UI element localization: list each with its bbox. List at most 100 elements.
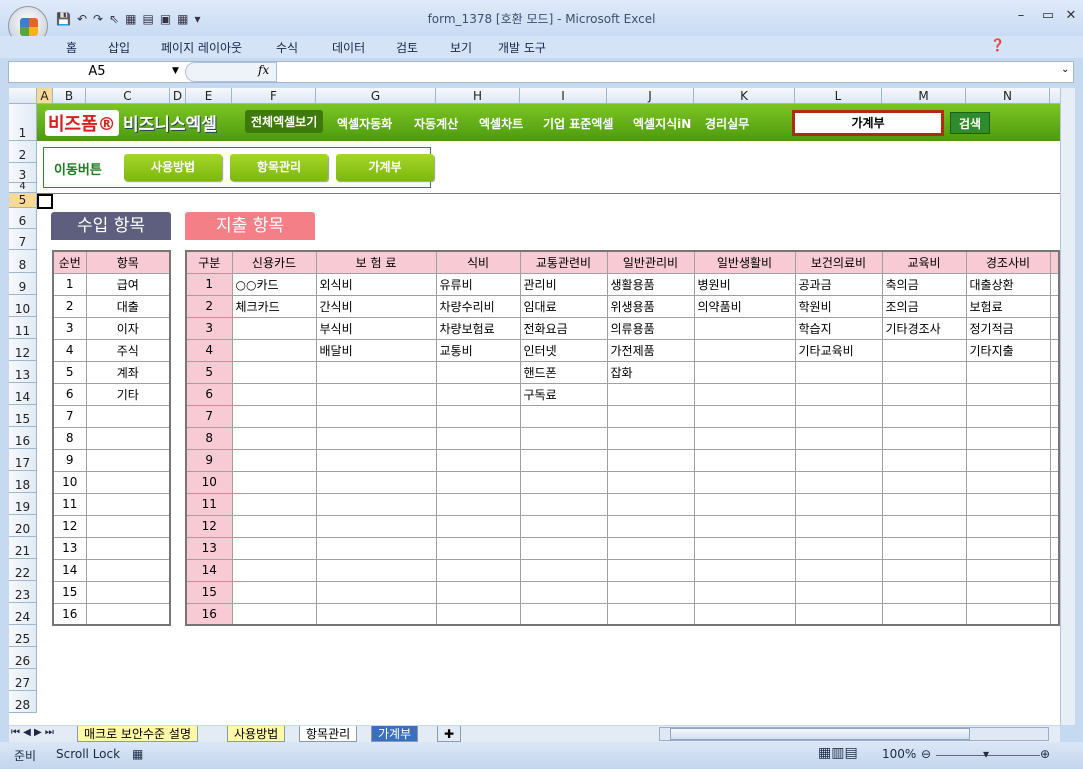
expense-cell[interactable]	[881, 536, 967, 560]
expense-cell[interactable]: 병원비	[693, 272, 796, 296]
row-header[interactable]: 13	[9, 361, 37, 383]
income-cell[interactable]	[85, 580, 171, 604]
expense-cell[interactable]	[519, 602, 608, 626]
expense-cell[interactable]: 기타지출	[965, 338, 1051, 362]
expense-cell[interactable]	[231, 382, 317, 406]
income-cell[interactable]	[85, 514, 171, 538]
expense-cell[interactable]	[693, 558, 796, 582]
expense-cell[interactable]: 보험료	[965, 294, 1051, 318]
income-cell[interactable]: 3	[52, 316, 87, 340]
row-header[interactable]: 19	[9, 493, 37, 515]
expense-cell[interactable]	[794, 382, 883, 406]
expense-cell[interactable]	[606, 580, 695, 604]
expense-cell[interactable]	[881, 404, 967, 428]
expense-cell[interactable]	[965, 426, 1051, 450]
expense-cell[interactable]	[881, 448, 967, 472]
expense-cell[interactable]	[794, 558, 883, 582]
expense-cell[interactable]	[693, 470, 796, 494]
search-button[interactable]: 검색	[950, 112, 990, 134]
expense-cell[interactable]	[606, 448, 695, 472]
horizontal-scrollbar[interactable]	[659, 727, 1049, 741]
expense-cell[interactable]: 간식비	[315, 294, 437, 318]
expense-cell[interactable]: 정기적금	[965, 316, 1051, 340]
expense-cell[interactable]: 외식비	[315, 272, 437, 296]
expense-cell[interactable]	[435, 470, 521, 494]
freeze-icon[interactable]: ▣	[160, 12, 171, 26]
expense-cell[interactable]	[231, 426, 317, 450]
expense-cell[interactable]	[965, 536, 1051, 560]
help-icon[interactable]: ❓	[990, 38, 1005, 52]
ribbon-tab[interactable]: 보기	[450, 39, 472, 56]
ribbon-tab[interactable]: 개발 도구	[498, 39, 546, 56]
expense-cell[interactable]	[606, 536, 695, 560]
row-header[interactable]: 2	[9, 141, 37, 163]
expense-cell[interactable]	[315, 492, 437, 516]
expense-cell[interactable]	[435, 602, 521, 626]
expense-cell-partial[interactable]	[1049, 448, 1060, 472]
expense-cell[interactable]	[231, 470, 317, 494]
expense-cell[interactable]	[693, 426, 796, 450]
income-cell[interactable]: 16	[52, 602, 87, 626]
row-header[interactable]: 21	[9, 537, 37, 559]
expense-cell[interactable]	[693, 602, 796, 626]
expense-cell-partial[interactable]	[1049, 272, 1060, 296]
income-cell[interactable]: 대출	[85, 294, 171, 318]
banner-nav-link[interactable]: 엑셀차트	[479, 115, 523, 132]
expense-cell[interactable]	[519, 404, 608, 428]
expense-cell[interactable]	[965, 514, 1051, 538]
expense-cell[interactable]	[693, 536, 796, 560]
redo-icon[interactable]: ↷	[93, 12, 103, 26]
row-header[interactable]: 10	[9, 295, 37, 317]
row-header[interactable]: 17	[9, 449, 37, 471]
banner-nav-link[interactable]: 경리실무	[705, 115, 749, 132]
expense-cell[interactable]: 가전제품	[606, 338, 695, 362]
row-header[interactable]: 23	[9, 581, 37, 603]
expense-cell-partial[interactable]	[1049, 536, 1060, 560]
income-cell[interactable]: 5	[52, 360, 87, 384]
column-header[interactable]: A	[37, 88, 53, 104]
expense-cell[interactable]	[315, 580, 437, 604]
expense-cell[interactable]	[435, 558, 521, 582]
expense-cell[interactable]	[231, 580, 317, 604]
expense-cell[interactable]	[315, 536, 437, 560]
expense-cell[interactable]: 축의금	[881, 272, 967, 296]
expense-cell[interactable]	[231, 514, 317, 538]
expense-cell[interactable]	[315, 448, 437, 472]
income-cell[interactable]: 계좌	[85, 360, 171, 384]
table-icon[interactable]: ▦	[177, 12, 188, 26]
close-button[interactable]: ✕	[1058, 8, 1083, 23]
income-cell[interactable]: 15	[52, 580, 87, 604]
expense-cell[interactable]: 생활용품	[606, 272, 695, 296]
expense-cell[interactable]	[794, 580, 883, 604]
column-header[interactable]: H	[436, 88, 520, 104]
expense-cell[interactable]	[606, 470, 695, 494]
insert-sheet-icon[interactable]: ✚	[437, 726, 462, 742]
expense-cell[interactable]: 유류비	[435, 272, 521, 296]
expense-cell[interactable]	[881, 492, 967, 516]
expense-cell[interactable]	[794, 404, 883, 428]
column-header[interactable]: M	[882, 88, 966, 104]
row-header[interactable]: 5	[9, 193, 37, 208]
customize-icon[interactable]: ▾	[195, 12, 201, 26]
expense-cell[interactable]: 구독료	[519, 382, 608, 406]
expense-cell[interactable]	[231, 602, 317, 626]
expense-cell[interactable]	[881, 470, 967, 494]
expense-cell-partial[interactable]	[1049, 360, 1060, 384]
borders-icon[interactable]: ▤	[142, 12, 153, 26]
expense-cell[interactable]	[435, 448, 521, 472]
column-header[interactable]: K	[694, 88, 795, 104]
expense-cell-partial[interactable]	[1049, 338, 1060, 362]
zoom-out-icon[interactable]: ⊖	[921, 747, 931, 761]
expense-cell[interactable]	[965, 404, 1051, 428]
column-header[interactable]: I	[520, 88, 607, 104]
expense-cell[interactable]	[435, 492, 521, 516]
tab-nav-icon[interactable]: ⏮ ◀ ▶ ⏭	[11, 727, 54, 738]
expense-cell[interactable]: 관리비	[519, 272, 608, 296]
row-header[interactable]: 27	[9, 669, 37, 691]
expense-cell[interactable]	[231, 558, 317, 582]
expense-cell[interactable]	[435, 382, 521, 406]
expense-cell-partial[interactable]	[1049, 492, 1060, 516]
expense-cell-partial[interactable]	[1049, 294, 1060, 318]
expense-cell[interactable]: 체크카드	[231, 294, 317, 318]
expense-cell[interactable]	[693, 404, 796, 428]
